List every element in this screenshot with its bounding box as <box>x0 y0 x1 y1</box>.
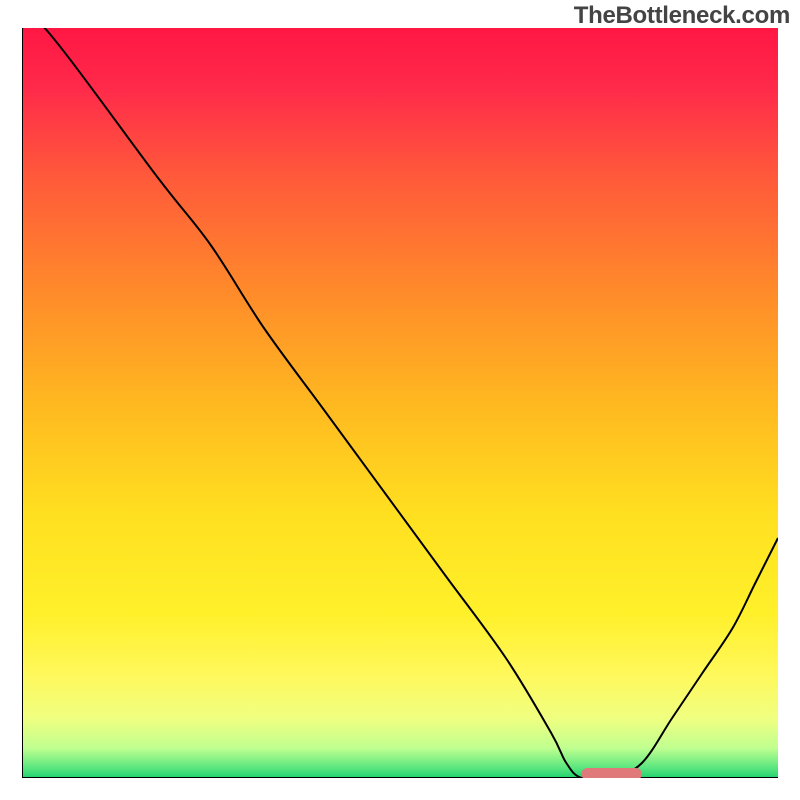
gradient-background <box>22 28 778 778</box>
plot-area <box>22 28 778 778</box>
chart-svg <box>22 28 778 778</box>
optimum-marker <box>581 768 641 778</box>
chart-container: TheBottleneck.com <box>0 0 800 800</box>
watermark-label: TheBottleneck.com <box>574 2 790 30</box>
